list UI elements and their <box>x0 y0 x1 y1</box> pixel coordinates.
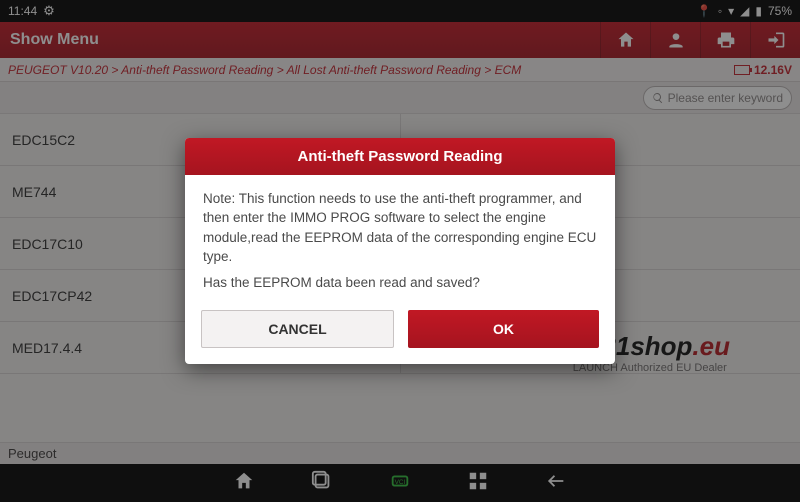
notification-icon: ◦ <box>718 4 722 18</box>
breadcrumb-row: PEUGEOT V10.20 > Anti-theft Password Rea… <box>0 58 800 82</box>
search-icon <box>652 92 664 104</box>
nav-back-button[interactable] <box>545 470 567 497</box>
voltage-indicator: 12.16V <box>734 63 792 77</box>
signal-icon: ◢ <box>740 4 749 18</box>
ok-button[interactable]: OK <box>408 310 599 348</box>
status-time: 11:44 <box>8 4 37 18</box>
page-title: Show Menu <box>0 31 600 49</box>
dialog-text-2: Has the EEPROM data been read and saved? <box>203 273 597 293</box>
confirm-dialog: Anti-theft Password Reading Note: This f… <box>185 138 615 365</box>
search-row: Please enter keyword <box>0 82 800 114</box>
nav-apps-button[interactable] <box>467 470 489 497</box>
cancel-button[interactable]: CANCEL <box>201 310 394 348</box>
exit-button[interactable] <box>750 22 800 58</box>
nav-vci-button[interactable]: VCI <box>389 470 411 497</box>
profile-button[interactable] <box>650 22 700 58</box>
dialog-text-1: Note: This function needs to use the ant… <box>203 189 597 267</box>
voltage-value: 12.16V <box>754 63 792 77</box>
breadcrumb: PEUGEOT V10.20 > Anti-theft Password Rea… <box>8 63 726 77</box>
dialog-button-row: CANCEL OK <box>185 302 615 364</box>
svg-text:VCI: VCI <box>395 478 406 485</box>
settings-hint-icon: ⚙ <box>43 3 55 19</box>
dialog-title: Anti-theft Password Reading <box>185 138 615 175</box>
app-header: Show Menu <box>0 22 800 58</box>
footer-brand: Peugeot <box>0 442 800 464</box>
battery-icon <box>734 65 750 75</box>
home-button[interactable] <box>600 22 650 58</box>
search-input[interactable]: Please enter keyword <box>643 86 792 110</box>
screen: 11:44 ⚙ 📍 ◦ ▾ ◢ ▮ 75% Show Menu PEUGEOT … <box>0 0 800 502</box>
android-nav-bar: VCI <box>0 464 800 502</box>
search-placeholder: Please enter keyword <box>668 91 783 105</box>
android-status-bar: 11:44 ⚙ 📍 ◦ ▾ ◢ ▮ 75% <box>0 0 800 22</box>
print-button[interactable] <box>700 22 750 58</box>
location-icon: 📍 <box>697 4 712 18</box>
battery-percent: 75% <box>768 4 792 18</box>
battery-icon: ▮ <box>755 4 762 18</box>
nav-recent-button[interactable] <box>311 470 333 497</box>
dialog-body: Note: This function needs to use the ant… <box>185 175 615 303</box>
wifi-icon: ▾ <box>728 4 734 18</box>
nav-home-button[interactable] <box>233 470 255 497</box>
